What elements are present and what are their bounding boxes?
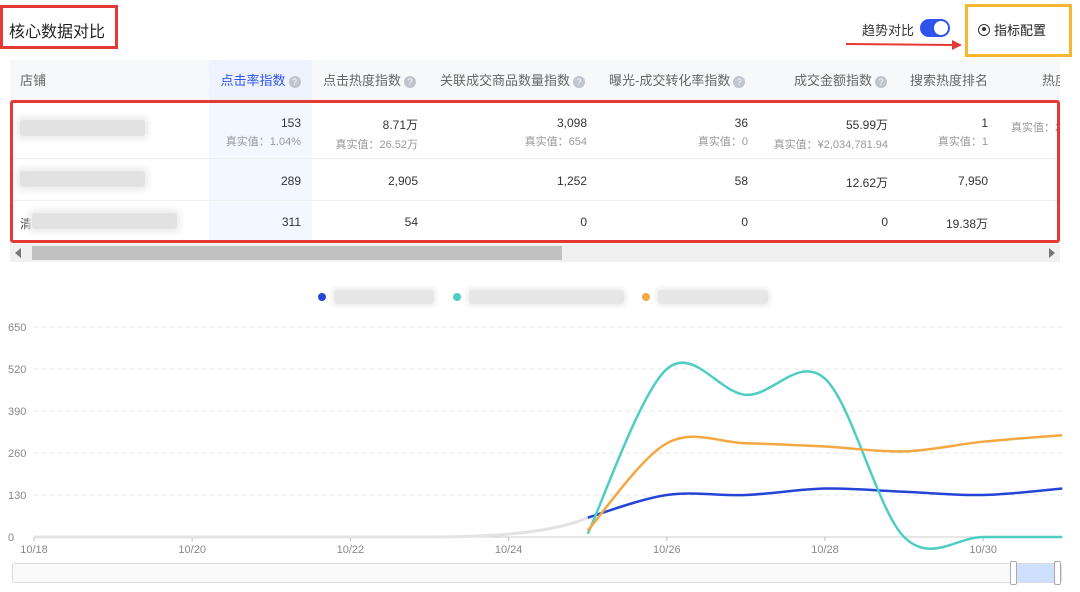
x-tick-label: 10/20 bbox=[178, 544, 206, 556]
x-tick-label: 10/28 bbox=[811, 544, 839, 556]
x-tick-label: 10/30 bbox=[969, 544, 997, 556]
y-axis: 0 130 260 390 520 650 bbox=[8, 322, 26, 544]
slider-left-handle[interactable] bbox=[1010, 561, 1017, 585]
x-tick-label: 10/18 bbox=[20, 544, 48, 556]
series-line-2 bbox=[586, 361, 1063, 550]
slider-right-handle[interactable] bbox=[1054, 561, 1061, 585]
chart-grid bbox=[34, 326, 1062, 496]
date-range-slider[interactable] bbox=[12, 561, 1062, 585]
x-tick-label: 10/26 bbox=[653, 544, 681, 556]
chart-series bbox=[34, 361, 1063, 550]
y-tick-label: 520 bbox=[8, 364, 26, 376]
y-tick-label: 130 bbox=[8, 490, 26, 502]
x-tick-label: 10/24 bbox=[495, 544, 523, 556]
trend-line-chart: 0 130 260 390 520 650 10/18 10/20 10/22 10/24 10/… bbox=[8, 322, 1063, 556]
series-line-1 bbox=[587, 487, 1063, 519]
pre-data-trail bbox=[34, 516, 589, 539]
x-tick-label: 10/22 bbox=[337, 544, 365, 556]
y-tick-label: 650 bbox=[8, 322, 26, 334]
series-line-3 bbox=[586, 433, 1063, 532]
y-tick-label: 0 bbox=[8, 532, 14, 544]
y-tick-label: 260 bbox=[8, 448, 26, 460]
y-tick-label: 390 bbox=[8, 406, 26, 418]
